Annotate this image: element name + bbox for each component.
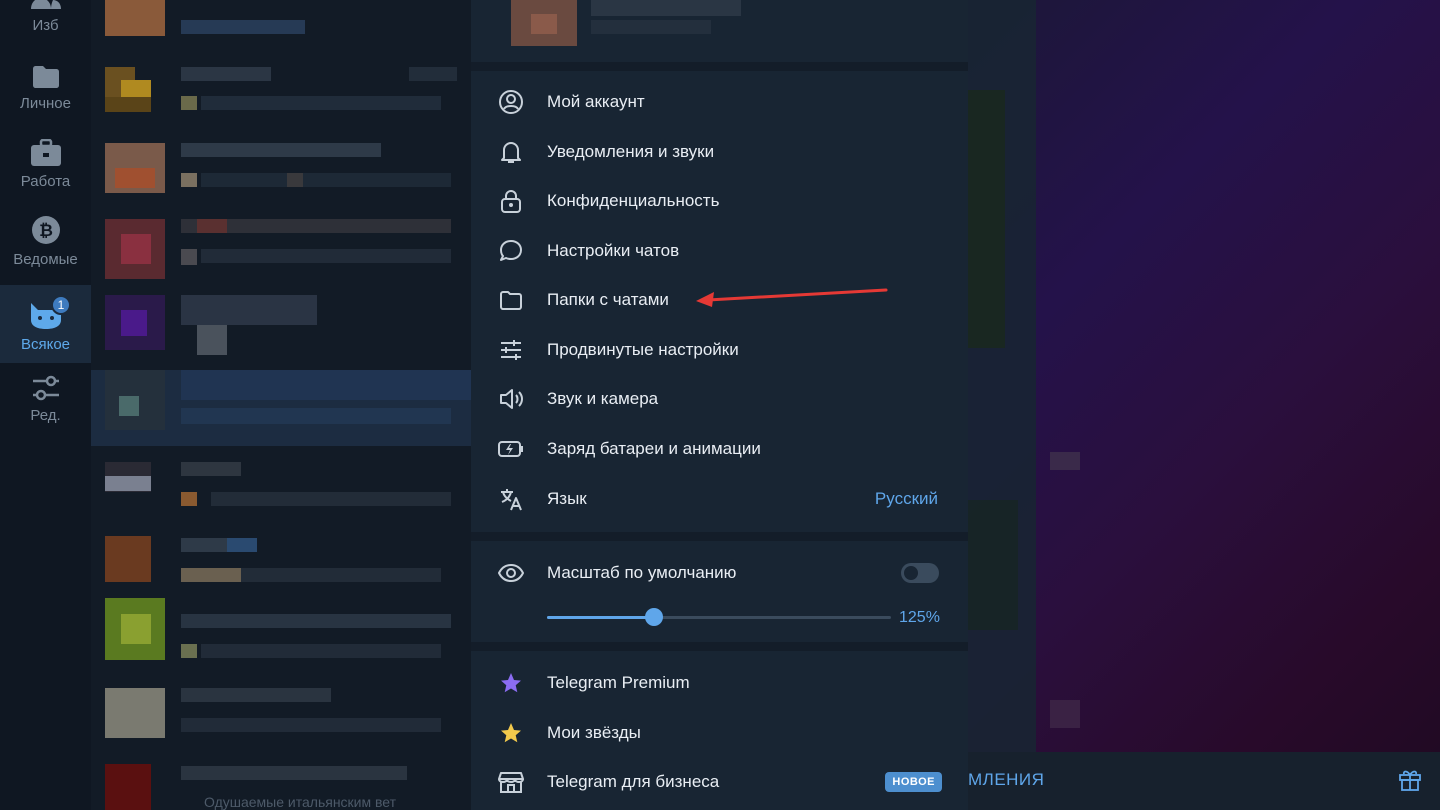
folder-label: Личное xyxy=(19,95,71,112)
chat-row[interactable] xyxy=(91,138,471,214)
menu-item-notifications[interactable]: Уведомления и звуки xyxy=(471,127,968,177)
shop-icon xyxy=(498,772,524,793)
folder-work[interactable]: Работа xyxy=(0,122,91,200)
folder-vsyakoe[interactable]: 1 Всякое xyxy=(0,285,91,363)
chat-preview-text: Одушаемые итальянским вет xyxy=(204,794,397,810)
folder-label: Ред. xyxy=(30,407,61,424)
scale-value: 125% xyxy=(899,609,940,626)
chat-bubble-icon xyxy=(500,240,522,261)
chat-row[interactable] xyxy=(91,522,471,598)
speaker-icon xyxy=(500,389,523,409)
menu-item-language[interactable]: Язык Русский xyxy=(471,474,968,524)
folder-label: Работа xyxy=(20,173,71,190)
svg-text:₿: ₿ xyxy=(39,221,53,240)
settings-menu: Мой аккаунт Уведомления и звуки Конфиден… xyxy=(471,0,968,810)
menu-item-sound-camera[interactable]: Звук и камера xyxy=(471,374,968,424)
menu-item-label: Настройки чатов xyxy=(547,241,680,260)
annotation-arrow xyxy=(696,288,888,307)
menu-item-label: Конфиденциальность xyxy=(547,191,720,210)
lock-icon xyxy=(501,190,521,213)
profile-header[interactable] xyxy=(471,0,968,62)
chat-row-selected[interactable] xyxy=(91,370,471,446)
chat-row[interactable] xyxy=(91,674,471,750)
bottom-bar-text[interactable]: МЛЕНИЯ xyxy=(968,770,1044,790)
chat-row[interactable] xyxy=(91,290,471,366)
slider-fill xyxy=(547,616,654,619)
unread-badge: 1 xyxy=(51,295,71,315)
gift-icon[interactable] xyxy=(1398,767,1422,791)
folder-vedomye[interactable]: ₿ Ведомые xyxy=(0,200,91,278)
briefcase-icon xyxy=(30,139,61,166)
menu-separator xyxy=(471,62,968,71)
menu-item-default-scale[interactable]: Масштаб по умолчанию xyxy=(471,548,968,598)
bitcoin-icon: ₿ xyxy=(31,216,60,244)
new-badge: НОВОЕ xyxy=(885,772,942,792)
chat-row[interactable] xyxy=(91,62,471,138)
folder-icon xyxy=(32,66,59,88)
translate-icon xyxy=(501,489,522,511)
menu-item-label: Мой аккаунт xyxy=(547,92,645,111)
chat-background xyxy=(968,0,1440,810)
chat-list: Одушаемые итальянским вет xyxy=(91,0,471,810)
bell-icon xyxy=(501,142,521,163)
menu-item-advanced[interactable]: Продвинутые настройки xyxy=(471,325,968,375)
folder-personal[interactable]: Личное xyxy=(0,44,91,122)
default-scale-toggle[interactable] xyxy=(901,563,939,583)
folder-rail: Изб Личное Работа ₿ Ведомые 1 Всякое Ред… xyxy=(0,0,91,810)
menu-item-label: Уведомления и звуки xyxy=(547,142,715,161)
folder-edit[interactable]: Ред. xyxy=(0,356,91,434)
eye-icon xyxy=(498,564,524,582)
menu-item-label: Звук и камера xyxy=(547,389,659,408)
folder-icon xyxy=(500,291,522,310)
chat-row[interactable] xyxy=(91,446,471,522)
slider-handle[interactable] xyxy=(644,608,663,626)
menu-item-label: Папки с чатами xyxy=(547,290,669,309)
language-value: Русский xyxy=(874,489,938,508)
folder-favorites[interactable]: Изб xyxy=(0,0,91,44)
menu-item-label: Продвинутые настройки xyxy=(547,340,739,359)
sliders-icon xyxy=(501,340,521,360)
chat-row[interactable] xyxy=(91,598,471,674)
menu-item-label: Telegram Premium xyxy=(547,673,690,692)
people-icon xyxy=(30,0,61,9)
chat-bottom-bar: МЛЕНИЯ xyxy=(968,752,1440,810)
star-icon xyxy=(501,723,521,743)
account-icon xyxy=(499,90,523,114)
chat-row[interactable] xyxy=(91,0,471,62)
menu-separator xyxy=(471,642,968,651)
premium-star-icon xyxy=(501,673,521,693)
scale-slider[interactable] xyxy=(547,608,891,626)
battery-icon xyxy=(498,441,523,457)
toggle-knob xyxy=(902,564,920,582)
menu-item-premium[interactable]: Telegram Premium xyxy=(471,658,968,708)
menu-item-chat-settings[interactable]: Настройки чатов xyxy=(471,226,968,276)
menu-separator xyxy=(471,532,968,541)
folder-label: Ведомые xyxy=(13,251,78,268)
menu-item-label: Заряд батареи и анимации xyxy=(547,439,761,458)
menu-item-battery[interactable]: Заряд батареи и анимации xyxy=(471,424,968,474)
menu-item-business[interactable]: Telegram для бизнеса НОВОЕ xyxy=(471,757,968,807)
menu-item-label: Масштаб по умолчанию xyxy=(547,563,737,582)
menu-item-label: Язык xyxy=(547,489,587,508)
folder-label: Всякое xyxy=(20,336,71,353)
menu-item-account[interactable]: Мой аккаунт xyxy=(471,77,968,127)
folder-label: Изб xyxy=(32,17,59,34)
sliders-icon xyxy=(32,375,59,401)
menu-item-privacy[interactable]: Конфиденциальность xyxy=(471,176,968,226)
menu-item-label: Мои звёзды xyxy=(547,723,641,742)
menu-item-my-stars[interactable]: Мои звёзды xyxy=(471,708,968,758)
chat-row[interactable] xyxy=(91,214,471,290)
menu-item-label: Telegram для бизнеса xyxy=(547,772,720,791)
